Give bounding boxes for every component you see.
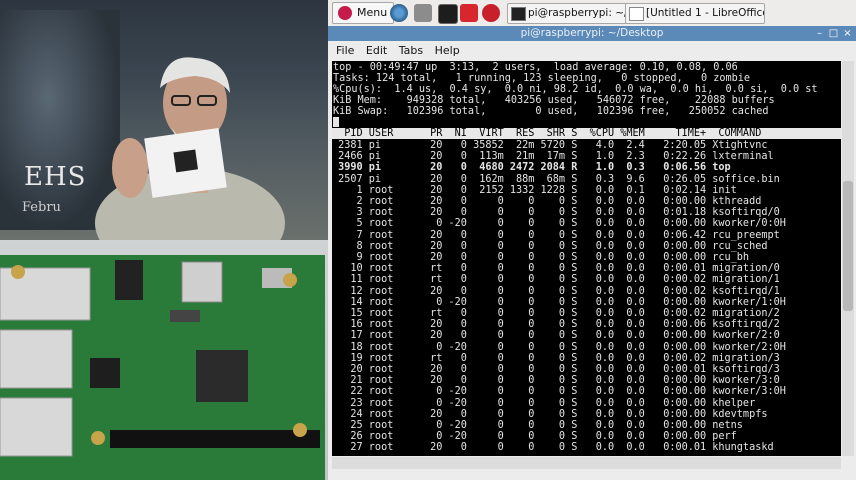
file-manager-icon[interactable] bbox=[414, 4, 432, 22]
terminal-window: pi@raspberrypi: ~/Desktop – □ × File Edi… bbox=[328, 26, 856, 480]
camera-feed-presenter: EHS Febru bbox=[0, 0, 328, 240]
window-title: pi@raspberrypi: ~/Desktop bbox=[520, 27, 664, 39]
menu-help[interactable]: Help bbox=[435, 44, 460, 57]
top-summary-swap: KiB Swap: 102396 total, 0 used, 102396 f… bbox=[333, 106, 769, 117]
process-row: 14 root 0 -20 0 0 0 S 0.0 0.0 0:00.00 kw… bbox=[332, 296, 786, 308]
process-table-header: PID USER PR NI VIRT RES SHR S %CPU %MEM … bbox=[332, 128, 841, 140]
top-summary-uptime: top - 00:49:47 up 3:13, 2 users, load av… bbox=[333, 62, 738, 73]
process-row: 15 root rt 0 0 0 0 S 0.0 0.0 0:00.02 mig… bbox=[332, 308, 780, 319]
banner-subtext: Febru bbox=[22, 200, 61, 215]
taskbar-item-terminal[interactable]: pi@raspberrypi: ~/De bbox=[507, 3, 643, 24]
window-titlebar[interactable]: pi@raspberrypi: ~/Desktop – □ × bbox=[328, 26, 856, 41]
presenter-image bbox=[95, 57, 285, 240]
process-row: 2507 pi 20 0 162m 88m 68m S 0.3 9.6 0:26… bbox=[332, 173, 780, 185]
process-row: 5 root 0 -20 0 0 0 S 0.0 0.0 0:00.00 kwo… bbox=[332, 218, 786, 230]
terminal-icon[interactable] bbox=[438, 4, 458, 24]
top-summary-mem: KiB Mem: 949328 total, 403256 used, 5460… bbox=[333, 95, 775, 106]
process-row: 19 root rt 0 0 0 0 S 0.0 0.0 0:00.02 mig… bbox=[332, 352, 780, 364]
libreoffice-task-icon bbox=[629, 7, 644, 21]
process-row: 22 root 0 -20 0 0 0 S 0.0 0.0 0:00.00 kw… bbox=[332, 386, 786, 398]
process-row: 1 root 20 0 2152 1332 1228 S 0.0 0.1 0:0… bbox=[332, 184, 737, 196]
terminal-output[interactable]: top - 00:49:47 up 3:13, 2 users, load av… bbox=[332, 61, 841, 456]
menu-tabs[interactable]: Tabs bbox=[399, 44, 423, 57]
taskbar-item-label: [Untitled 1 - LibreOffice bbox=[646, 7, 765, 19]
process-row: 16 root 20 0 0 0 0 S 0.0 0.0 0:00.06 kso… bbox=[332, 319, 780, 331]
process-row: 12 root 20 0 0 0 0 S 0.0 0.0 0:00.02 kso… bbox=[332, 285, 780, 297]
process-row: 24 root 20 0 0 0 0 S 0.0 0.0 0:00.00 kde… bbox=[332, 408, 768, 420]
camera-feed-board bbox=[0, 240, 328, 480]
close-icon[interactable]: × bbox=[842, 28, 853, 39]
terminal-task-icon bbox=[511, 7, 526, 21]
process-row: 25 root 0 -20 0 0 0 S 0.0 0.0 0:00.00 ne… bbox=[332, 420, 743, 431]
process-row: 27 root 20 0 0 0 0 S 0.0 0.0 0:00.01 khu… bbox=[332, 442, 774, 454]
process-row: 9 root 20 0 0 0 0 S 0.0 0.0 0:00.00 rcu_… bbox=[332, 252, 750, 263]
menu-button[interactable]: Menu bbox=[332, 2, 395, 24]
process-row: 2 root 20 0 0 0 0 S 0.0 0.0 0:00.00 kthr… bbox=[332, 196, 762, 207]
horizontal-scrollbar[interactable] bbox=[332, 457, 841, 469]
menu-file[interactable]: File bbox=[336, 44, 354, 57]
process-row: 10 root rt 0 0 0 0 S 0.0 0.0 0:00.01 mig… bbox=[332, 263, 780, 275]
process-row: 21 root 20 0 0 0 0 S 0.0 0.0 0:00.00 kwo… bbox=[332, 375, 780, 387]
raspberry-pi-board-image bbox=[0, 255, 325, 480]
process-row: 2466 pi 20 0 113m 21m 17m S 1.0 2.3 0:22… bbox=[332, 151, 774, 163]
raspberry-icon bbox=[338, 6, 352, 20]
process-row: 2381 pi 20 0 35852 22m 5720 S 4.0 2.4 2:… bbox=[332, 140, 768, 151]
process-row: 8 root 20 0 0 0 0 S 0.0 0.0 0:00.00 rcu_… bbox=[332, 240, 768, 252]
taskbar: Menu pi@raspberrypi: ~/De [Untitled 1 - … bbox=[328, 0, 856, 27]
window-menubar: File Edit Tabs Help bbox=[328, 42, 856, 60]
vnc-desktop: Menu pi@raspberrypi: ~/De [Untitled 1 - … bbox=[328, 0, 856, 480]
browser-icon[interactable] bbox=[390, 4, 408, 22]
process-row: 26 root 0 -20 0 0 0 S 0.0 0.0 0:00.00 pe… bbox=[332, 431, 737, 443]
process-row: 18 root 0 -20 0 0 0 S 0.0 0.0 0:00.00 kw… bbox=[332, 341, 786, 353]
menu-button-label: Menu bbox=[357, 6, 388, 19]
process-row: 17 root 20 0 0 0 0 S 0.0 0.0 0:00.00 kwo… bbox=[332, 330, 780, 342]
menu-edit[interactable]: Edit bbox=[366, 44, 387, 57]
minimize-icon[interactable]: – bbox=[814, 28, 825, 39]
process-row: 20 root 20 0 0 0 0 S 0.0 0.0 0:00.01 kso… bbox=[332, 364, 780, 375]
process-row: 3990 pi 20 0 4680 2472 2084 R 1.0 0.3 0:… bbox=[332, 162, 731, 174]
scrollbar-thumb[interactable] bbox=[843, 181, 853, 311]
taskbar-item-libreoffice[interactable]: [Untitled 1 - LibreOffice bbox=[625, 3, 765, 24]
process-row: 3 root 20 0 0 0 0 S 0.0 0.0 0:01.18 ksof… bbox=[332, 207, 780, 219]
top-summary-cpu: %Cpu(s): 1.4 us, 0.4 sy, 0.0 ni, 98.2 id… bbox=[333, 84, 818, 95]
top-summary-tasks: Tasks: 124 total, 1 running, 123 sleepin… bbox=[333, 73, 751, 84]
terminal-cursor bbox=[333, 117, 339, 128]
process-row: 7 root 20 0 0 0 0 S 0.0 0.0 0:06.42 rcu_… bbox=[332, 229, 780, 241]
process-row: 23 root 0 -20 0 0 0 S 0.0 0.0 0:00.00 kh… bbox=[332, 397, 756, 409]
banner-text: EHS bbox=[24, 162, 87, 192]
vertical-scrollbar[interactable] bbox=[842, 61, 854, 456]
process-row: 11 root rt 0 0 0 0 S 0.0 0.0 0:00.02 mig… bbox=[332, 274, 780, 286]
wolfram-icon[interactable] bbox=[460, 4, 478, 22]
maximize-icon[interactable]: □ bbox=[828, 28, 839, 39]
mathematica-icon[interactable] bbox=[482, 4, 500, 22]
